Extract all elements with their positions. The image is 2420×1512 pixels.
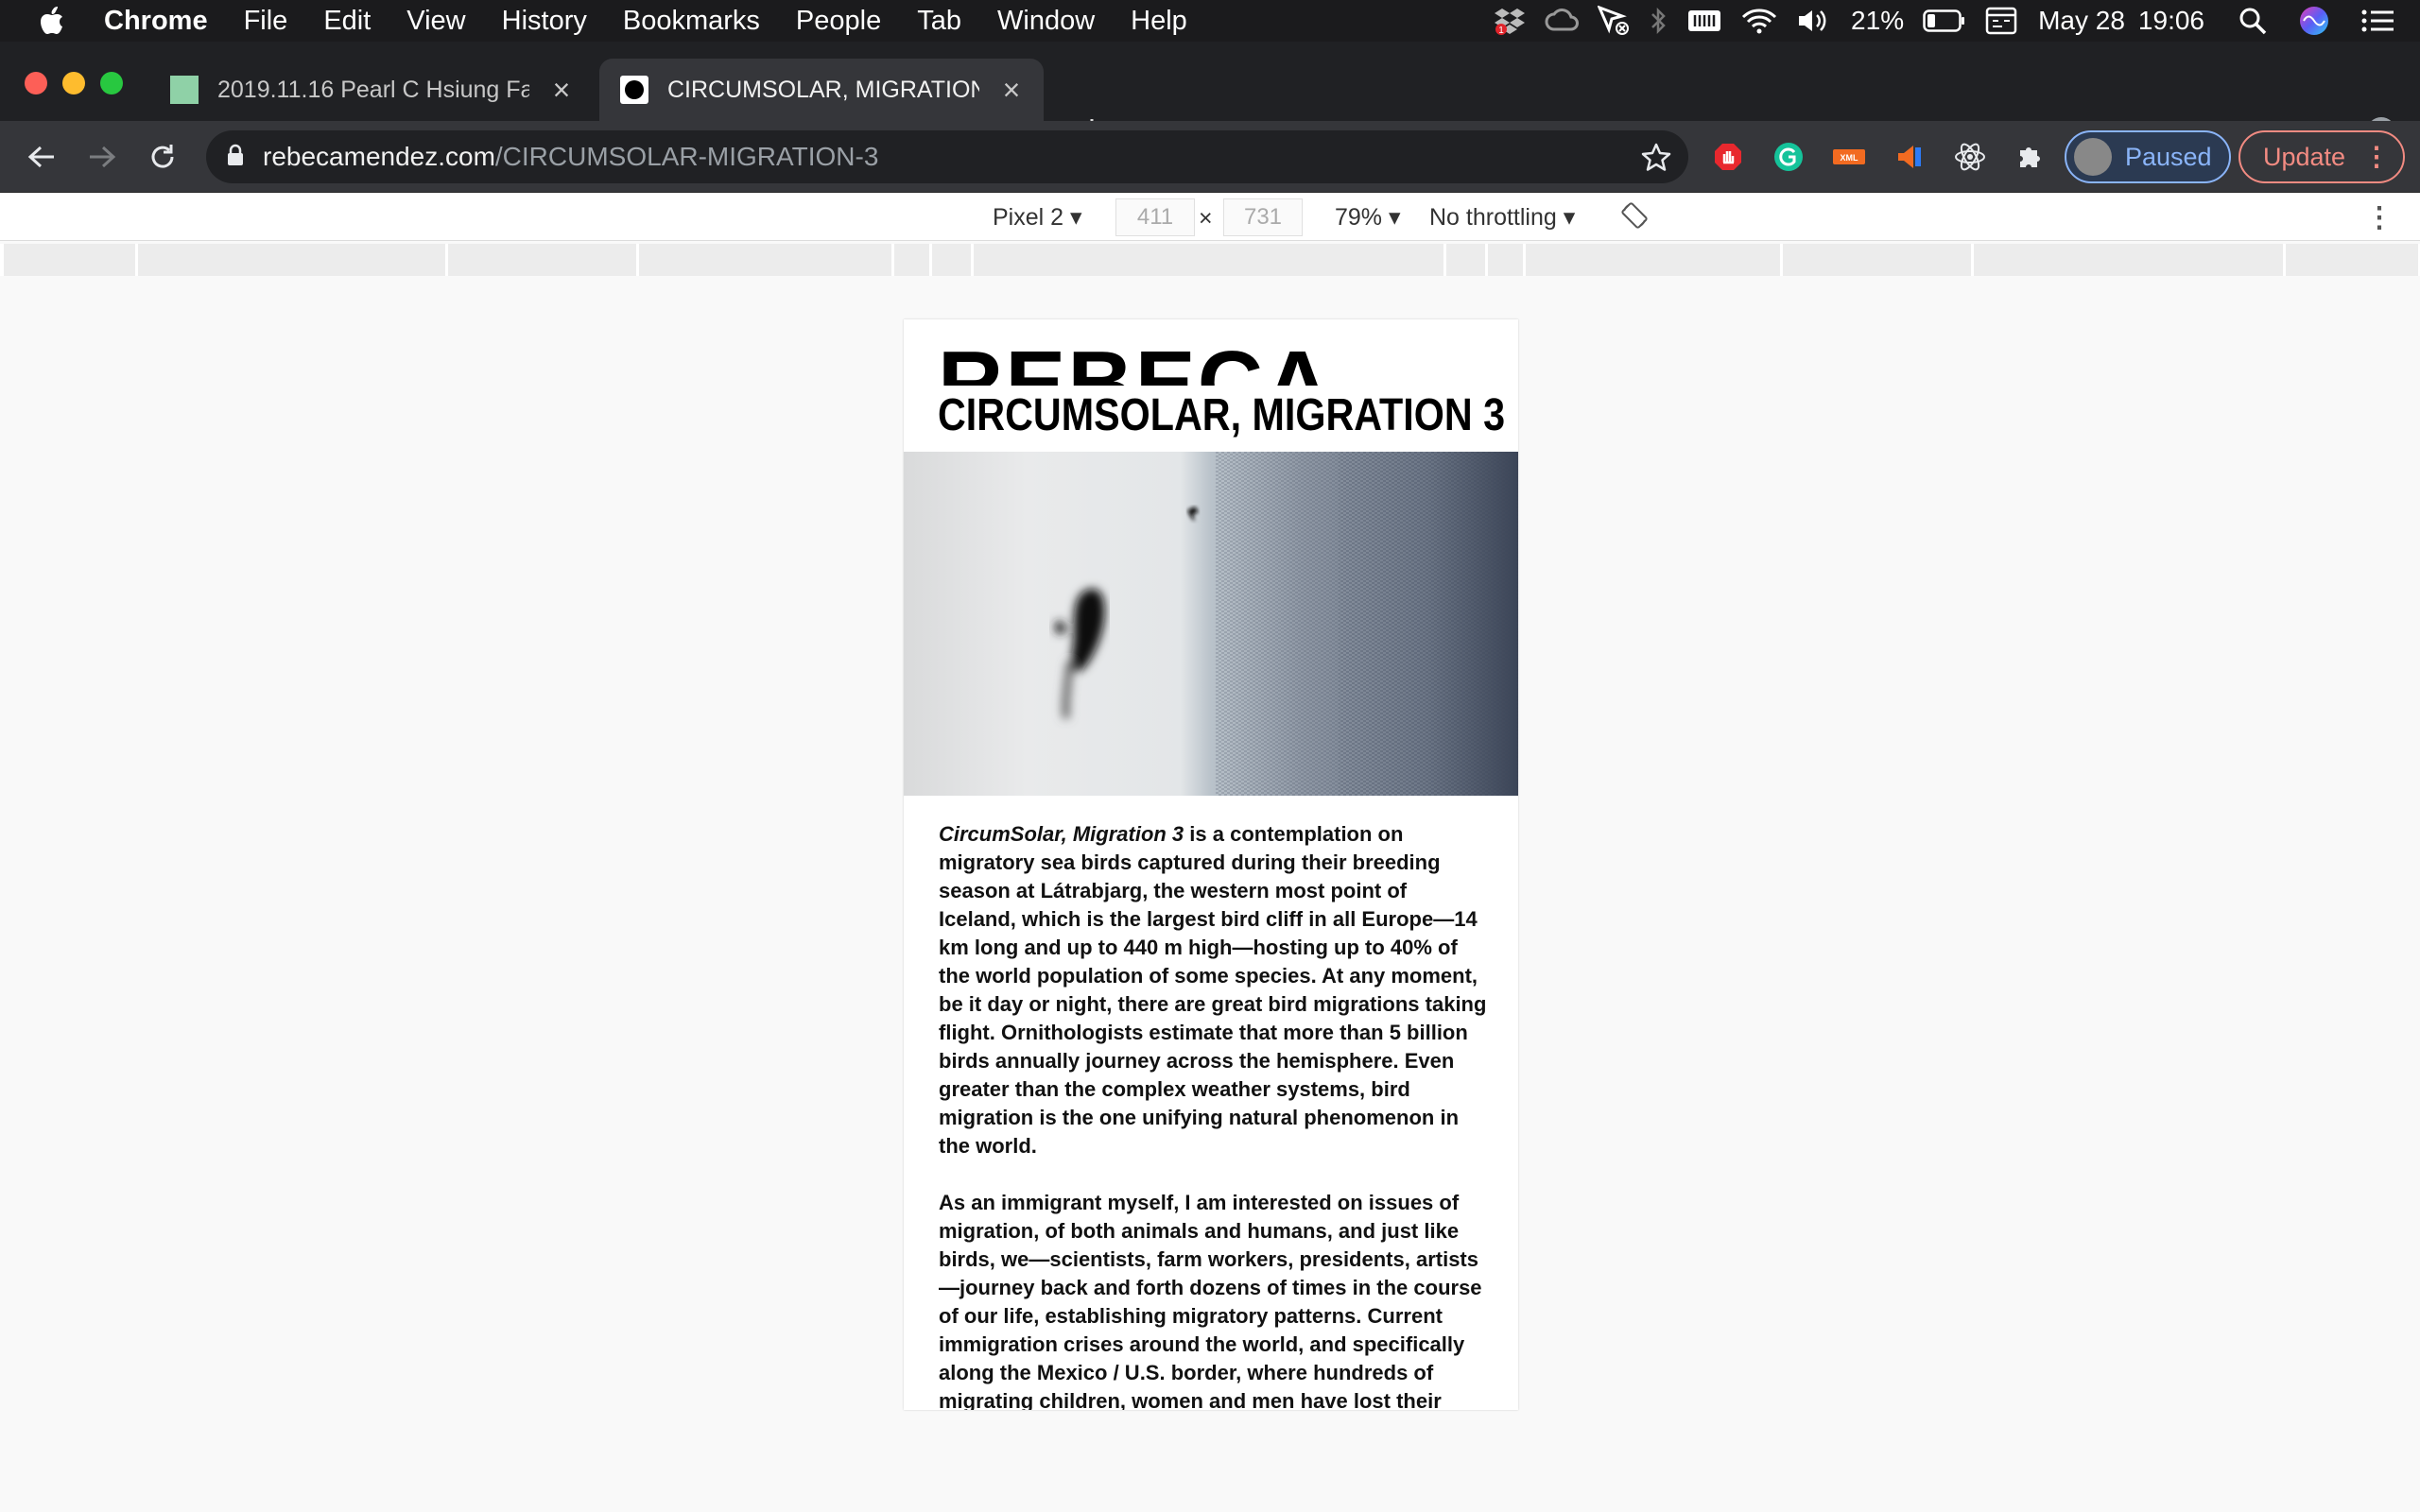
- media-query-segment[interactable]: [138, 244, 448, 276]
- media-query-segment[interactable]: [1488, 244, 1526, 276]
- location-icon[interactable]: [1598, 6, 1630, 36]
- volume-icon[interactable]: [1796, 8, 1830, 34]
- audio-extension-icon[interactable]: [1893, 140, 1927, 174]
- rotate-icon[interactable]: [1620, 201, 1649, 236]
- menubar-date[interactable]: May 28: [2038, 6, 2125, 36]
- browser-tab-strip: 2019.11.16 Pearl C Hsiung Fault × CIRCUM…: [0, 42, 2420, 146]
- search-icon[interactable]: [2238, 7, 2267, 35]
- menubar-time[interactable]: 19:06: [2138, 6, 2204, 36]
- svg-text:1: 1: [1498, 26, 1504, 35]
- menu-help[interactable]: Help: [1131, 6, 1187, 37]
- react-devtools-icon[interactable]: [1953, 140, 1987, 174]
- media-query-segment[interactable]: [1526, 244, 1783, 276]
- menu-file[interactable]: File: [244, 6, 288, 37]
- media-query-bar: [0, 244, 2420, 276]
- siri-icon[interactable]: [2299, 6, 2329, 36]
- back-arrow-icon[interactable]: [25, 140, 59, 174]
- throttling-select[interactable]: No throttling ▾: [1429, 203, 1575, 232]
- more-vertical-icon[interactable]: ⋮: [2363, 144, 2390, 170]
- bookmark-star-icon[interactable]: [1641, 142, 1671, 177]
- browser-toolbar: rebecamendez.com/CIRCUMSOLAR-MIGRATION-3…: [0, 121, 2420, 193]
- macos-menu-bar: Chrome File Edit View History Bookmarks …: [0, 0, 2420, 42]
- close-tab-icon[interactable]: ×: [546, 73, 577, 108]
- sheet-favicon-icon: [170, 76, 199, 104]
- adblock-extension-icon[interactable]: [1711, 140, 1745, 174]
- tab-pearl-hsiung[interactable]: 2019.11.16 Pearl C Hsiung Fault ×: [149, 59, 594, 121]
- reload-icon[interactable]: [146, 140, 180, 174]
- creative-cloud-icon[interactable]: [1545, 9, 1580, 33]
- media-query-segment[interactable]: [1974, 244, 2286, 276]
- menu-bookmarks[interactable]: Bookmarks: [623, 6, 760, 37]
- control-center-icon[interactable]: [2361, 9, 2395, 33]
- dropbox-icon[interactable]: 1: [1494, 7, 1526, 35]
- menu-history[interactable]: History: [502, 6, 587, 37]
- device-toolbar: Pixel 2 ▾ 411 × 731 79% ▾ No throttling …: [0, 194, 2420, 241]
- close-tab-icon[interactable]: ×: [996, 73, 1027, 108]
- apple-icon[interactable]: [0, 7, 104, 35]
- throttling-value: No throttling: [1429, 204, 1557, 231]
- menu-window[interactable]: Window: [997, 6, 1095, 37]
- profile-status-label: Paused: [2125, 142, 2212, 171]
- height-input[interactable]: 731: [1223, 198, 1303, 236]
- media-query-segment[interactable]: [932, 244, 974, 276]
- page-title: CIRCUMSOLAR, MIGRATION 3: [938, 390, 1506, 440]
- article-paragraph: CircumSolar, Migration 3 is a contemplat…: [939, 820, 1487, 1160]
- extensions-puzzle-icon[interactable]: [2014, 140, 2048, 174]
- url-host: rebecamendez.com: [263, 142, 495, 171]
- lock-icon[interactable]: [227, 144, 244, 171]
- menu-app-chrome[interactable]: Chrome: [104, 6, 208, 37]
- keyboard-icon[interactable]: [1686, 9, 1722, 33]
- battery-percent: 21%: [1851, 6, 1905, 35]
- zoom-value: 79%: [1335, 204, 1383, 231]
- device-viewport: REBECA CIRCUMSOLAR, MIGRATION 3 CircumSo…: [904, 319, 1518, 1410]
- media-query-segment[interactable]: [1783, 244, 1974, 276]
- width-input[interactable]: 411: [1115, 198, 1195, 236]
- media-query-segment[interactable]: [448, 244, 639, 276]
- menu-tab[interactable]: Tab: [917, 6, 961, 37]
- url-text[interactable]: rebecamendez.com/CIRCUMSOLAR-MIGRATION-3: [263, 142, 878, 172]
- tab-title: 2019.11.16 Pearl C Hsiung Fault: [217, 76, 529, 103]
- media-query-segment[interactable]: [1446, 244, 1488, 276]
- menu-view[interactable]: View: [406, 6, 465, 37]
- svg-text:XML: XML: [1841, 153, 1859, 163]
- media-query-segment[interactable]: [894, 244, 932, 276]
- zoom-select[interactable]: 79% ▾: [1335, 203, 1401, 232]
- media-query-segment[interactable]: [639, 244, 894, 276]
- media-query-segment[interactable]: [2286, 244, 2418, 276]
- hero-photo: [904, 452, 1518, 796]
- site-favicon-icon: [620, 76, 648, 104]
- minimize-window-button[interactable]: [62, 72, 85, 94]
- device-name: Pixel 2: [993, 204, 1064, 231]
- bluetooth-icon[interactable]: [1649, 7, 1668, 35]
- display-icon[interactable]: [1985, 7, 2017, 35]
- address-bar[interactable]: rebecamendez.com/CIRCUMSOLAR-MIGRATION-3: [206, 130, 1688, 183]
- media-query-segment[interactable]: [974, 244, 1446, 276]
- close-window-button[interactable]: [25, 72, 47, 94]
- xml-extension-icon[interactable]: XML: [1832, 140, 1866, 174]
- wifi-icon[interactable]: [1741, 8, 1777, 34]
- avatar: [2074, 138, 2112, 176]
- maximize-window-button[interactable]: [100, 72, 123, 94]
- menu-people[interactable]: People: [796, 6, 881, 37]
- profile-button[interactable]: Paused: [2065, 130, 2231, 183]
- device-select[interactable]: Pixel 2 ▾: [993, 203, 1082, 232]
- article-body: CircumSolar, Migration 3 is a contemplat…: [939, 820, 1487, 1410]
- tab-circumsolar[interactable]: CIRCUMSOLAR, MIGRATION 3 ×: [599, 59, 1044, 121]
- update-label: Update: [2263, 142, 2346, 171]
- battery-icon[interactable]: [1923, 9, 1966, 32]
- grammarly-extension-icon[interactable]: [1772, 140, 1806, 174]
- artwork-title: CircumSolar, Migration 3: [939, 822, 1184, 846]
- media-query-segment[interactable]: [4, 244, 138, 276]
- forward-arrow-icon[interactable]: [85, 140, 119, 174]
- url-path: /CIRCUMSOLAR-MIGRATION-3: [494, 142, 879, 171]
- menu-edit[interactable]: Edit: [323, 6, 371, 37]
- more-options-icon[interactable]: ⋮: [2365, 201, 2394, 234]
- update-button[interactable]: Update ⋮: [2238, 130, 2405, 183]
- tab-title: CIRCUMSOLAR, MIGRATION 3: [667, 76, 979, 103]
- dimension-times-icon: ×: [1199, 205, 1213, 232]
- article-paragraph: As an immigrant myself, I am interested …: [939, 1191, 1482, 1410]
- paragraph-text: is a contemplation on migratory sea bird…: [939, 822, 1487, 1158]
